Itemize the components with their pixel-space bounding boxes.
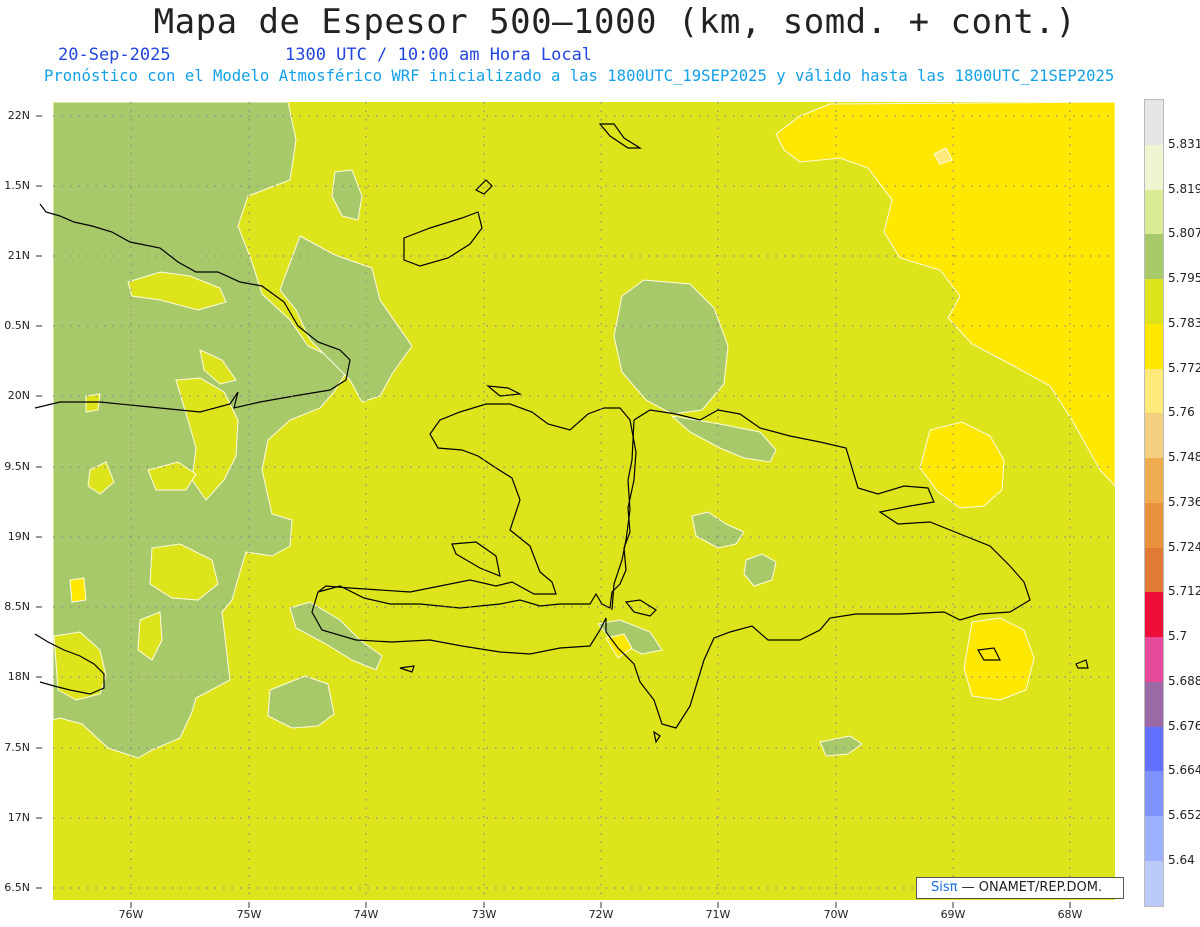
lon-label: 73W bbox=[471, 908, 497, 921]
lat-label: 22N bbox=[7, 109, 30, 122]
color-bar-box bbox=[1145, 592, 1163, 637]
lat-label: 9.5N bbox=[4, 460, 30, 473]
color-bar-box bbox=[1145, 458, 1163, 503]
lat-label: 7.5N bbox=[4, 741, 30, 754]
color-bar-label: 5.7 bbox=[1168, 629, 1188, 643]
forecast-date: 20-Sep-2025 bbox=[58, 45, 171, 65]
color-bar-box bbox=[1145, 413, 1163, 458]
color-bar bbox=[1144, 99, 1164, 907]
credit-box: Sisπ — ONAMET/REP.DOM. bbox=[916, 877, 1124, 899]
color-bar-label: 5.795 bbox=[1168, 271, 1200, 285]
color-bar-label: 5.783 bbox=[1168, 316, 1200, 330]
lat-label: 6.5N bbox=[4, 881, 30, 894]
color-bar-box bbox=[1145, 100, 1163, 145]
map-title: Mapa de Espesor 500—1000 (km, somd. + co… bbox=[153, 2, 1077, 42]
model-subtitle: Pronóstico con el Modelo Atmosférico WRF… bbox=[44, 67, 1115, 85]
lat-label: 8.5N bbox=[4, 600, 30, 613]
lon-label: 72W bbox=[588, 908, 614, 921]
color-bar-label: 5.664 bbox=[1168, 763, 1200, 777]
lon-label: 74W bbox=[353, 908, 379, 921]
lon-label: 70W bbox=[823, 908, 849, 921]
credit-sis: Sisπ bbox=[931, 880, 958, 895]
color-bar-label: 5.64 bbox=[1168, 853, 1195, 867]
color-bar-box bbox=[1145, 727, 1163, 771]
color-bar-box bbox=[1145, 503, 1163, 548]
color-bar-box bbox=[1145, 771, 1163, 816]
color-bar-label: 5.724 bbox=[1168, 540, 1200, 554]
color-bar-label: 5.807 bbox=[1168, 226, 1200, 240]
color-bar-box bbox=[1145, 279, 1163, 324]
color-bar-box bbox=[1145, 145, 1163, 190]
lat-label: 17N bbox=[7, 811, 30, 824]
color-bar-label: 5.712 bbox=[1168, 584, 1200, 598]
lat-label: 20N bbox=[7, 389, 30, 402]
lon-label: 69W bbox=[940, 908, 966, 921]
lat-label: 0.5N bbox=[4, 319, 30, 332]
color-bar-label: 5.76 bbox=[1168, 405, 1195, 419]
field-yellow-patch bbox=[69, 577, 87, 603]
forecast-time: 1300 UTC / 10:00 am Hora Local bbox=[285, 45, 593, 65]
lon-label: 71W bbox=[705, 908, 731, 921]
color-bar-box bbox=[1145, 682, 1163, 727]
thickness-map bbox=[34, 101, 1116, 908]
lon-label: 76W bbox=[118, 908, 144, 921]
color-bar-box bbox=[1145, 548, 1163, 592]
color-bar-box bbox=[1145, 861, 1163, 906]
color-bar-box bbox=[1145, 234, 1163, 279]
color-bar-label: 5.748 bbox=[1168, 450, 1200, 464]
color-bar-box bbox=[1145, 324, 1163, 369]
color-bar-box bbox=[1145, 190, 1163, 234]
credit-org: — ONAMET/REP.DOM. bbox=[961, 880, 1103, 895]
color-bar-box bbox=[1145, 369, 1163, 413]
lat-label: 18N bbox=[7, 670, 30, 683]
color-bar-label: 5.652 bbox=[1168, 808, 1200, 822]
field-yellow-patch bbox=[85, 393, 101, 413]
lat-label: 1.5N bbox=[4, 179, 30, 192]
color-bar-label: 5.831 bbox=[1168, 137, 1200, 151]
color-bar-box bbox=[1145, 816, 1163, 861]
color-bar-label: 5.819 bbox=[1168, 182, 1200, 196]
lon-label: 75W bbox=[236, 908, 262, 921]
color-bar-label: 5.736 bbox=[1168, 495, 1200, 509]
color-bar-label: 5.676 bbox=[1168, 719, 1200, 733]
lon-label: 68W bbox=[1057, 908, 1083, 921]
lat-label: 19N bbox=[7, 530, 30, 543]
color-bar-box bbox=[1145, 637, 1163, 682]
color-bar-label: 5.688 bbox=[1168, 674, 1200, 688]
lat-label: 21N bbox=[7, 249, 30, 262]
color-bar-label: 5.772 bbox=[1168, 361, 1200, 375]
